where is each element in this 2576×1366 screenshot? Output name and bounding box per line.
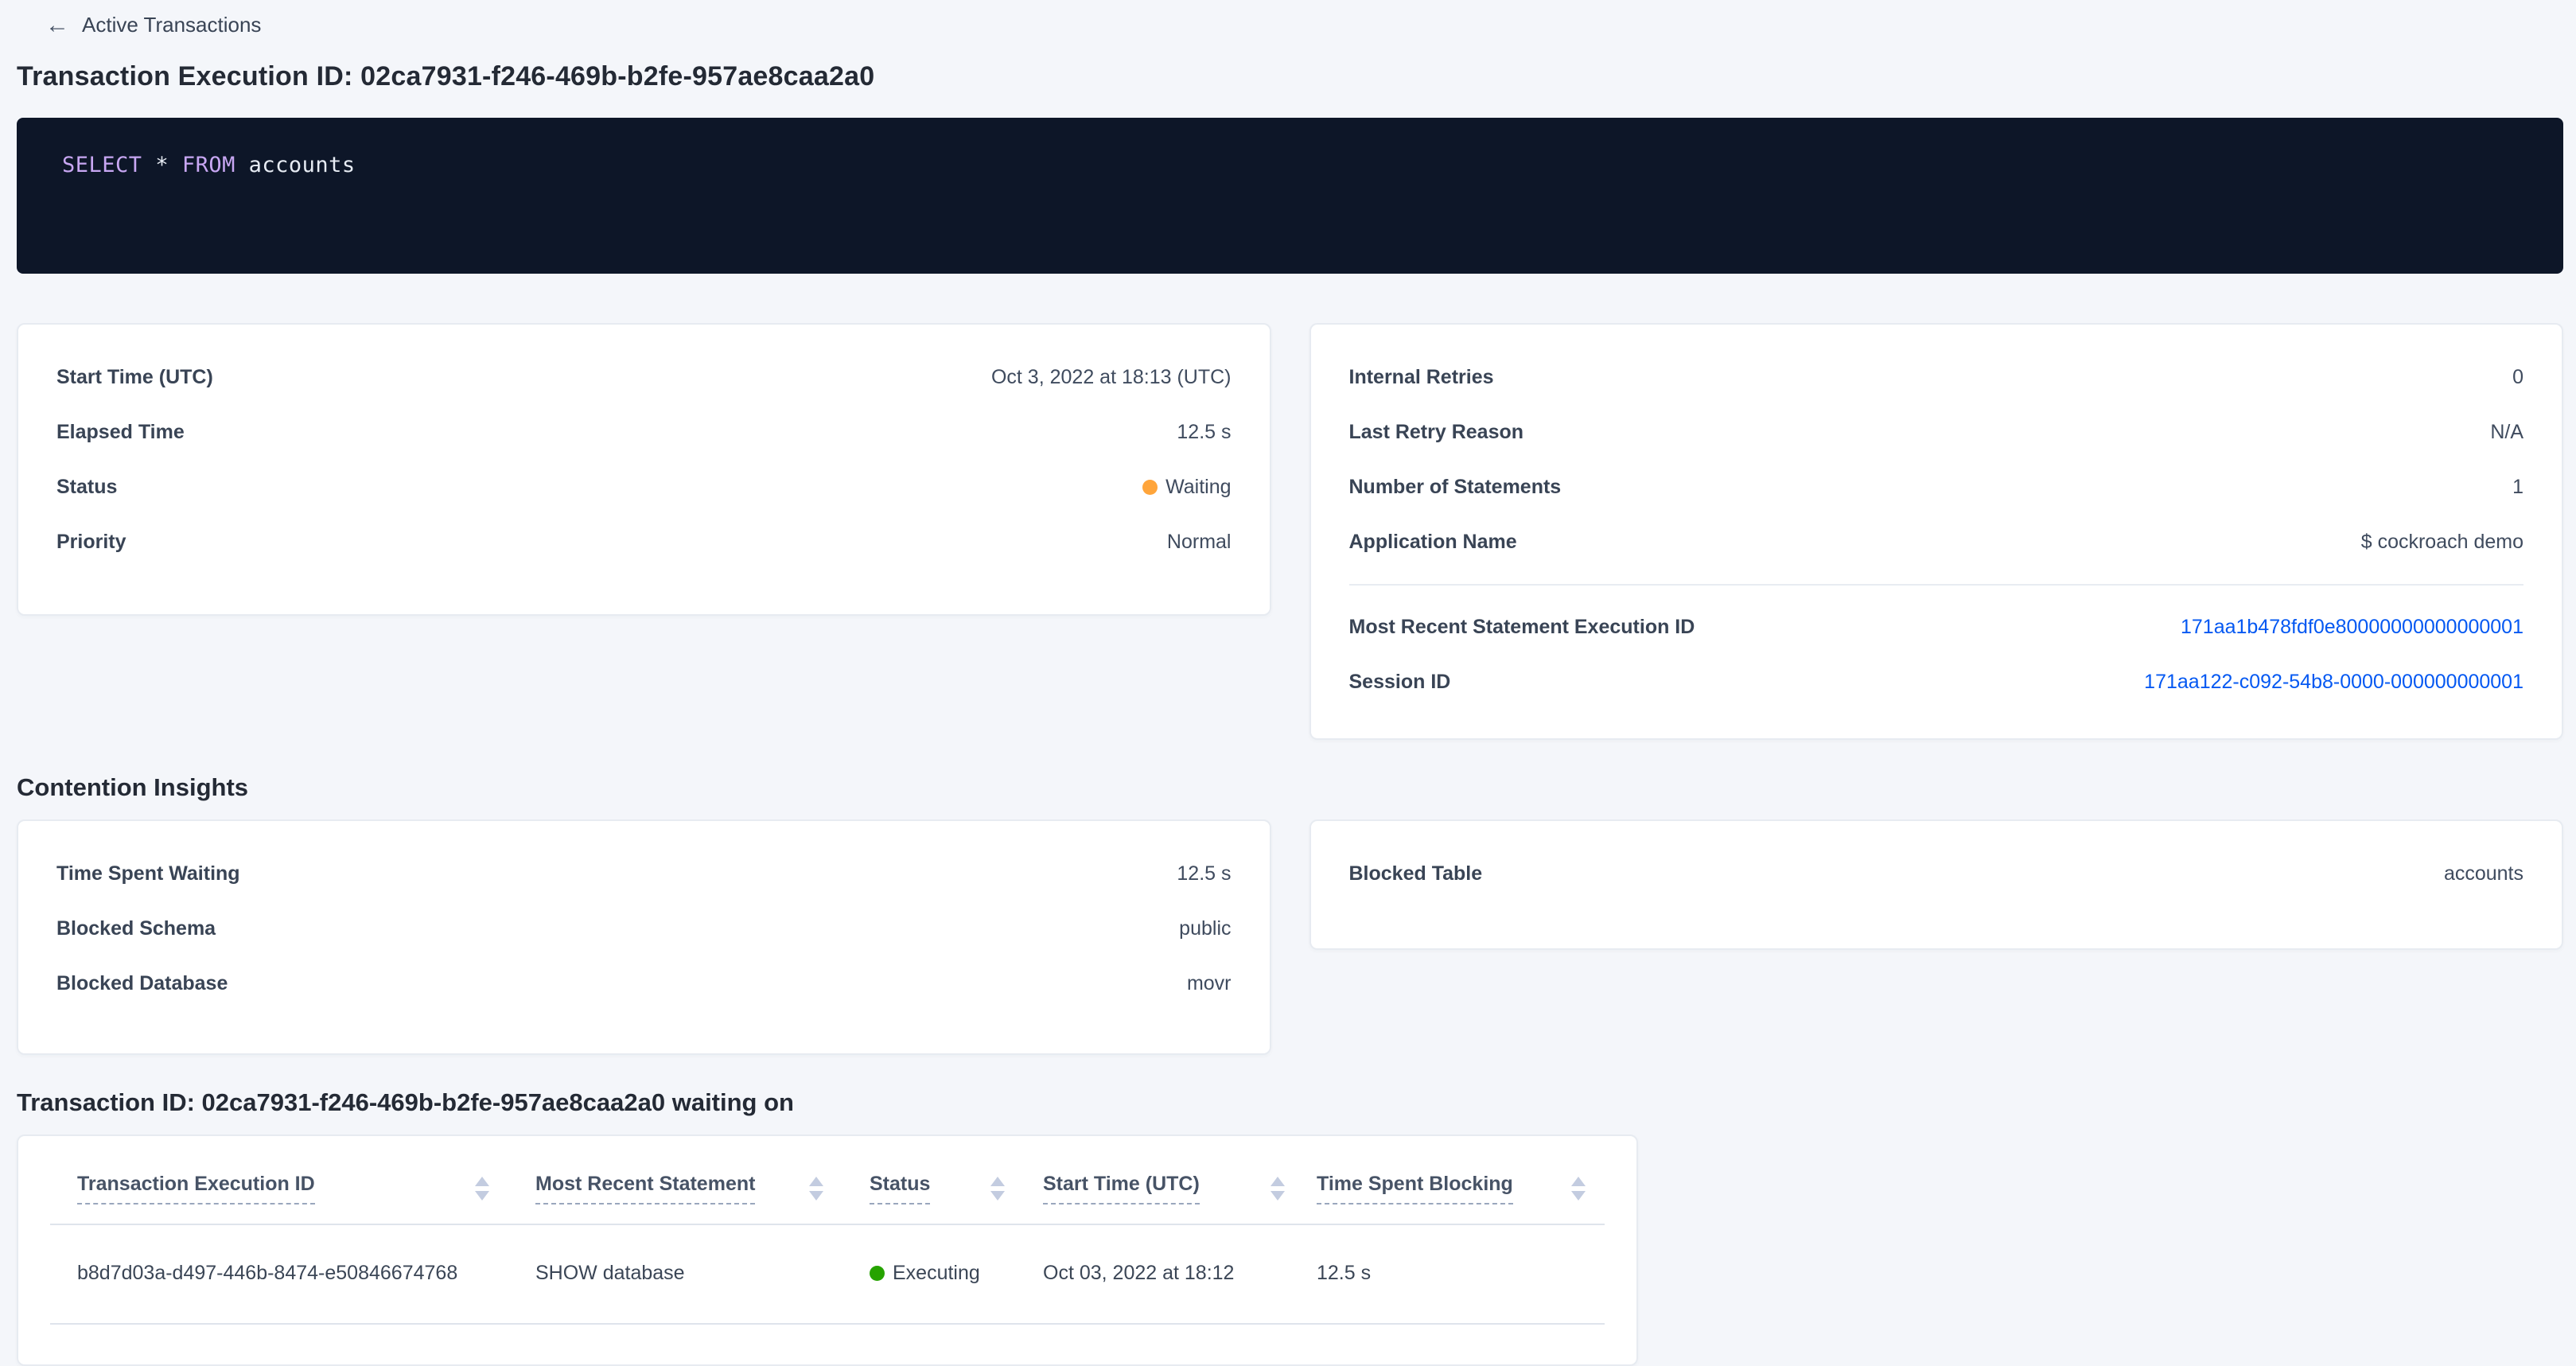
kv-row-number-of-statements: Number of Statements 1 <box>1349 460 2524 515</box>
number-of-statements-label: Number of Statements <box>1349 473 1562 501</box>
start-time-label: Start Time (UTC) <box>56 364 213 391</box>
cell-transaction-execution-id: b8d7d03a-d497-446b-8474-e50846674768 <box>50 1262 508 1285</box>
blocking-most-recent-statement: SHOW database <box>535 1262 685 1285</box>
status-value: Waiting <box>1142 473 1231 501</box>
blocking-status-text: Executing <box>893 1262 980 1285</box>
overview-right-card: Internal Retries 0 Last Retry Reason N/A… <box>1309 323 2564 740</box>
kv-row-last-retry-reason: Last Retry Reason N/A <box>1349 405 2524 460</box>
sort-carets-icon[interactable] <box>1571 1177 1586 1201</box>
column-header-start-time[interactable]: Start Time (UTC) <box>1043 1173 1200 1204</box>
header-cell-status: Status <box>842 1173 1024 1204</box>
sort-carets-icon[interactable] <box>475 1177 489 1201</box>
status-label: Status <box>56 473 117 501</box>
statement-execution-id-label: Most Recent Statement Execution ID <box>1349 613 1695 641</box>
header-cell-transaction-execution-id: Transaction Execution ID <box>50 1173 508 1204</box>
arrow-left-icon: ← <box>45 14 69 37</box>
header-cell-start-time: Start Time (UTC) <box>1024 1173 1304 1204</box>
contention-right-card: Blocked Table accounts <box>1309 819 2564 950</box>
active-transaction-details-page: ← Active Transactions Transaction Execut… <box>0 0 2576 1365</box>
internal-retries-value: 0 <box>2512 364 2523 391</box>
start-time-value: Oct 3, 2022 at 18:13 (UTC) <box>991 364 1232 391</box>
waiting-on-heading: Transaction ID: 02ca7931-f246-469b-b2fe-… <box>17 1088 2563 1117</box>
kv-row-elapsed-time: Elapsed Time 12.5 s <box>56 405 1232 460</box>
overview-left-card: Start Time (UTC) Oct 3, 2022 at 18:13 (U… <box>17 323 1271 616</box>
table-header-row: Transaction Execution ID Most Recent Sta… <box>50 1136 1605 1225</box>
internal-retries-label: Internal Retries <box>1349 364 1494 391</box>
session-id-link[interactable]: 171aa122-c092-54b8-0000-000000000001 <box>2144 668 2523 696</box>
priority-value: Normal <box>1167 528 1232 556</box>
blocking-start-time: Oct 03, 2022 at 18:12 <box>1043 1262 1234 1285</box>
kv-row-statement-execution-id: Most Recent Statement Execution ID 171aa… <box>1349 600 2524 655</box>
breadcrumb-back-link[interactable]: ← Active Transactions <box>45 13 261 37</box>
overview-cards-row: Start Time (UTC) Oct 3, 2022 at 18:13 (U… <box>17 323 2563 740</box>
header-cell-time-spent-blocking: Time Spent Blocking <box>1304 1173 1605 1204</box>
blocked-schema-value: public <box>1179 915 1231 943</box>
contention-left-card: Time Spent Waiting 12.5 s Blocked Schema… <box>17 819 1271 1055</box>
card-divider <box>1349 584 2524 586</box>
elapsed-time-value: 12.5 s <box>1177 418 1231 446</box>
column-header-time-spent-blocking[interactable]: Time Spent Blocking <box>1317 1173 1513 1204</box>
elapsed-time-label: Elapsed Time <box>56 418 185 446</box>
sort-carets-icon[interactable] <box>809 1177 823 1201</box>
number-of-statements-value: 1 <box>2512 473 2523 501</box>
cell-most-recent-statement: SHOW database <box>508 1262 842 1285</box>
column-header-status[interactable]: Status <box>870 1173 930 1204</box>
session-id-label: Session ID <box>1349 668 1451 696</box>
waiting-on-table: Transaction Execution ID Most Recent Sta… <box>17 1134 1638 1366</box>
cell-start-time: Oct 03, 2022 at 18:12 <box>1024 1262 1304 1285</box>
breadcrumb-label: Active Transactions <box>82 13 261 37</box>
cell-status: Executing <box>842 1262 1024 1285</box>
kv-row-blocked-table: Blocked Table accounts <box>1349 846 2524 901</box>
priority-label: Priority <box>56 528 126 556</box>
sql-token: accounts <box>249 153 356 177</box>
blocking-transaction-execution-id: b8d7d03a-d497-446b-8474-e50846674768 <box>77 1262 457 1285</box>
waiting-status-dot-icon <box>1142 480 1158 495</box>
blocked-table-value: accounts <box>2444 860 2523 888</box>
contention-insights-heading: Contention Insights <box>17 773 2563 802</box>
time-spent-waiting-label: Time Spent Waiting <box>56 860 240 888</box>
application-name-label: Application Name <box>1349 528 1517 556</box>
time-spent-waiting-value: 12.5 s <box>1177 860 1231 888</box>
kv-row-blocked-schema: Blocked Schema public <box>56 901 1232 956</box>
last-retry-reason-value: N/A <box>2490 418 2523 446</box>
application-name-value: $ cockroach demo <box>2361 528 2523 556</box>
kv-row-blocked-database: Blocked Database movr <box>56 956 1232 1011</box>
status-text: Waiting <box>1165 473 1231 501</box>
table-row: b8d7d03a-d497-446b-8474-e50846674768 SHO… <box>50 1225 1605 1325</box>
kv-row-session-id: Session ID 171aa122-c092-54b8-0000-00000… <box>1349 655 2524 710</box>
sort-carets-icon[interactable] <box>990 1177 1005 1201</box>
blocking-status: Executing <box>870 1262 980 1285</box>
column-header-transaction-execution-id[interactable]: Transaction Execution ID <box>77 1173 315 1204</box>
executing-status-dot-icon <box>870 1266 885 1281</box>
kv-row-priority: Priority Normal <box>56 515 1232 570</box>
blocked-table-label: Blocked Table <box>1349 860 1483 888</box>
blocked-schema-label: Blocked Schema <box>56 915 216 943</box>
statement-execution-id-link[interactable]: 171aa1b478fdf0e80000000000000001 <box>2181 613 2523 641</box>
kv-row-internal-retries: Internal Retries 0 <box>1349 350 2524 405</box>
sql-keyword: SELECT <box>62 153 142 177</box>
column-header-most-recent-statement[interactable]: Most Recent Statement <box>535 1173 755 1204</box>
sql-keyword: FROM <box>182 153 235 177</box>
sql-token: * <box>155 153 169 177</box>
sort-carets-icon[interactable] <box>1270 1177 1285 1201</box>
kv-row-start-time: Start Time (UTC) Oct 3, 2022 at 18:13 (U… <box>56 350 1232 405</box>
kv-row-time-spent-waiting: Time Spent Waiting 12.5 s <box>56 846 1232 901</box>
sql-statement: SELECT * FROM accounts <box>62 151 2518 179</box>
contention-cards-row: Time Spent Waiting 12.5 s Blocked Schema… <box>17 819 2563 1055</box>
blocking-time-spent: 12.5 s <box>1317 1262 1371 1285</box>
blocked-database-value: movr <box>1187 970 1232 998</box>
header-cell-most-recent-statement: Most Recent Statement <box>508 1173 842 1204</box>
kv-row-application-name: Application Name $ cockroach demo <box>1349 515 2524 570</box>
page-title: Transaction Execution ID: 02ca7931-f246-… <box>17 61 2563 92</box>
blocked-database-label: Blocked Database <box>56 970 228 998</box>
sql-statement-box: SELECT * FROM accounts <box>17 118 2563 274</box>
cell-time-spent-blocking: 12.5 s <box>1304 1262 1605 1285</box>
kv-row-status: Status Waiting <box>56 460 1232 515</box>
last-retry-reason-label: Last Retry Reason <box>1349 418 1524 446</box>
